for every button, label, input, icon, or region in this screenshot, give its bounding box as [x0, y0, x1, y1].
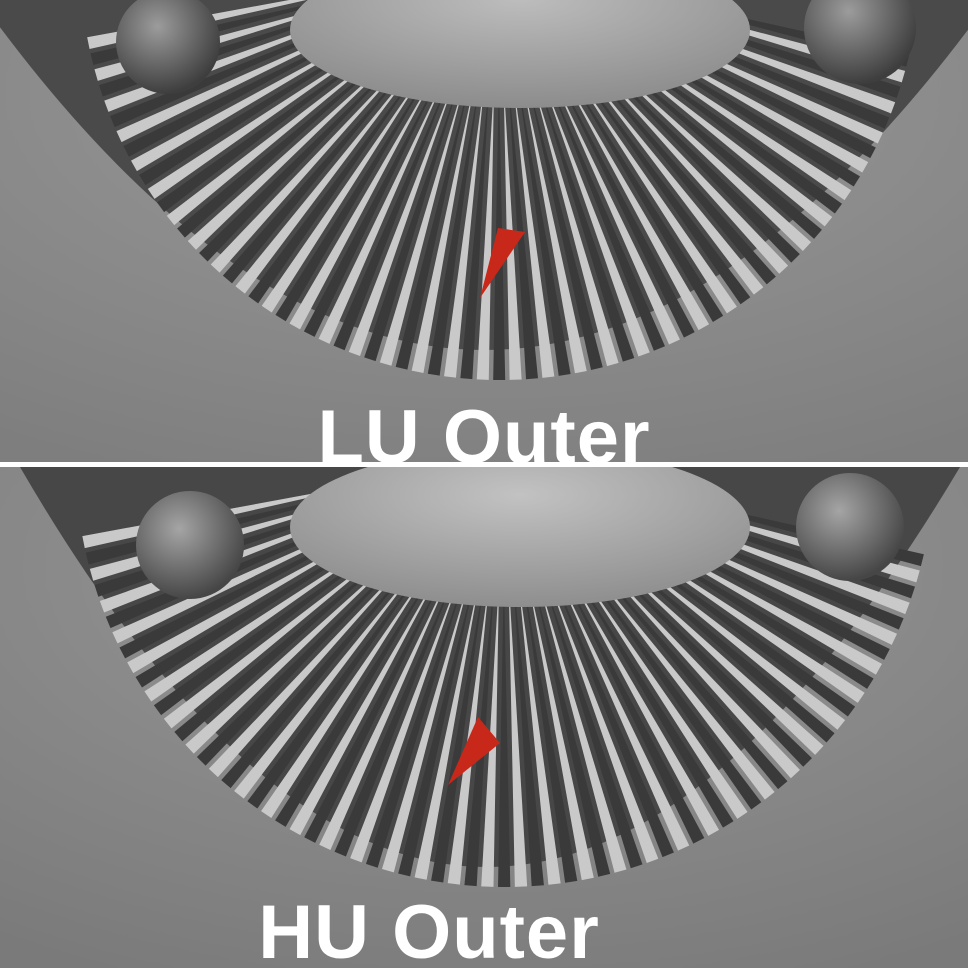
lu-outer-caption: LU Outer — [317, 395, 651, 463]
lu-outer-image — [0, 0, 968, 462]
hu-outer-caption: HU Outer — [258, 890, 600, 968]
panel-hu-outer: HU Outer — [0, 467, 968, 968]
panel-lu-outer: LU Outer — [0, 0, 968, 462]
hu-ball-right — [796, 473, 904, 581]
hu-ball-left — [136, 491, 244, 599]
